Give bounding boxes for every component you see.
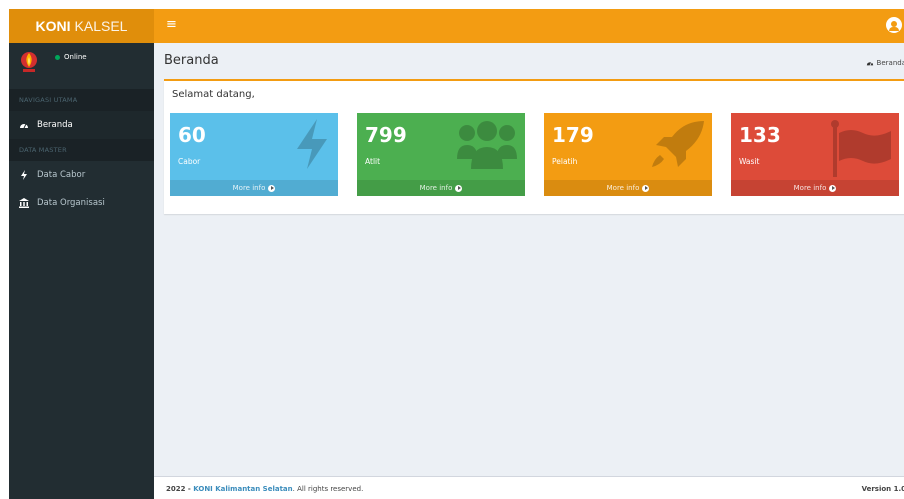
flag-icon (831, 120, 891, 177)
arrow-circle-right-icon (829, 184, 837, 192)
footer-version: Version 1.0 (861, 485, 904, 493)
app-frame: KONI KALSEL ≡ Online NAVIGASI UTAMA Bera… (9, 9, 904, 499)
bolt-icon (297, 119, 327, 169)
rocket-icon (652, 121, 704, 167)
content-header: Beranda Beranda (154, 43, 904, 79)
online-status-label: Online (64, 53, 87, 61)
footer: 2022 - KONI Kalimantan Selatan. All righ… (154, 476, 904, 499)
user-panel: Online (9, 43, 154, 89)
institution-icon (19, 198, 29, 208)
more-info-link[interactable]: More info (731, 180, 899, 196)
online-status: Online (55, 53, 87, 61)
tile-label: Cabor (178, 157, 201, 166)
more-info-label: More info (793, 184, 827, 192)
sidebar-item-label: Data Cabor (37, 170, 86, 180)
welcome-box: Selamat datang, 60 Cabor More info 799 A… (164, 79, 904, 214)
more-info-label: More info (232, 184, 266, 192)
tile-cabor: 60 Cabor More info (170, 113, 338, 196)
koni-logo-icon (21, 52, 37, 72)
tile-value: 133 (739, 123, 781, 147)
users-icon (457, 121, 517, 169)
more-info-link[interactable]: More info (357, 180, 525, 196)
sidebar-section-data-master: DATA MASTER (9, 139, 154, 161)
tile-label: Atlit (365, 157, 381, 166)
footer-rights: . All rights reserved. (292, 485, 364, 493)
sidebar-section-navigasi: NAVIGASI UTAMA (9, 89, 154, 111)
arrow-circle-right-icon (455, 184, 463, 192)
arrow-circle-right-icon (642, 184, 650, 192)
sidebar-toggle-icon[interactable]: ≡ (166, 18, 180, 32)
tile-value: 179 (552, 123, 594, 147)
dashboard-icon (19, 120, 29, 130)
breadcrumb-label: Beranda (876, 59, 904, 67)
tile-wasit: 133 Wasit More info (731, 113, 899, 196)
arrow-circle-right-icon (268, 184, 276, 192)
breadcrumb[interactable]: Beranda (866, 59, 904, 67)
more-info-link[interactable]: More info (170, 180, 338, 196)
dashboard-icon (866, 62, 873, 66)
online-dot-icon (55, 54, 60, 60)
bolt-icon (19, 170, 29, 180)
tile-label: Wasit (739, 157, 760, 166)
sidebar: Online NAVIGASI UTAMA Beranda DATA MASTE… (9, 43, 154, 499)
sidebar-item-data-cabor[interactable]: Data Cabor (9, 161, 154, 189)
welcome-text: Selamat datang, (172, 89, 255, 100)
tile-value: 60 (178, 123, 206, 147)
more-info-label: More info (419, 184, 453, 192)
more-info-link[interactable]: More info (544, 180, 712, 196)
app-logo[interactable]: KONI KALSEL (9, 9, 154, 43)
sidebar-item-label: Beranda (37, 120, 73, 130)
sidebar-item-label: Data Organisasi (37, 198, 105, 208)
footer-copyright: 2022 - KONI Kalimantan Selatan. All righ… (166, 485, 363, 493)
user-avatar-icon[interactable] (886, 17, 902, 33)
sidebar-item-data-organisasi[interactable]: Data Organisasi (9, 189, 154, 217)
footer-year: 2022 - (166, 485, 194, 493)
tile-atlit: 799 Atlit More info (357, 113, 525, 196)
tile-label: Pelatih (552, 157, 578, 166)
logo-light: KALSEL (74, 18, 128, 34)
tile-pelatih: 179 Pelatih More info (544, 113, 712, 196)
top-navbar: ≡ (154, 9, 904, 43)
page-title: Beranda (164, 53, 219, 68)
footer-org-link[interactable]: KONI Kalimantan Selatan (193, 485, 292, 493)
tile-value: 799 (365, 123, 407, 147)
sidebar-item-beranda[interactable]: Beranda (9, 111, 154, 139)
logo-bold: KONI (35, 18, 71, 34)
more-info-label: More info (606, 184, 640, 192)
